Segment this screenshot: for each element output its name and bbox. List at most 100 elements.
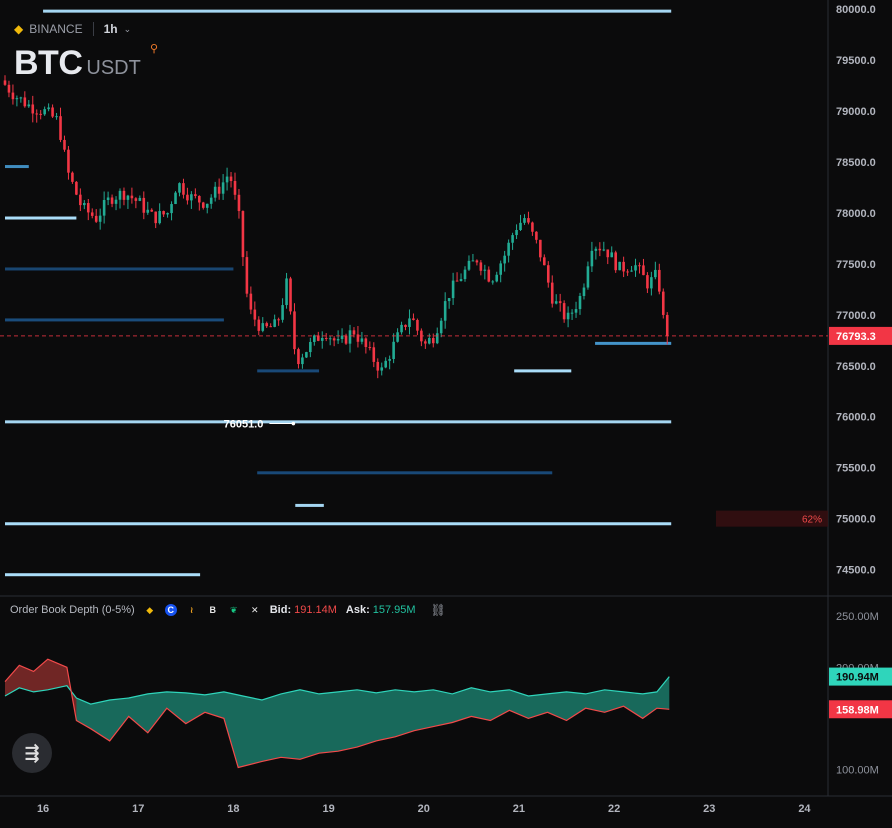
- candle-body: [86, 203, 90, 213]
- candle-body: [467, 260, 471, 270]
- candle-body: [606, 249, 610, 258]
- bitfinex-icon: ≀: [190, 604, 194, 615]
- candle-body: [293, 311, 296, 350]
- candle-body: [328, 338, 332, 340]
- candle-body: [253, 309, 257, 320]
- candle-body: [527, 218, 530, 223]
- chart-stage[interactable]: 80000.0 79500.0 79000.0 78500.0 78000.0 77500…: [0, 0, 892, 823]
- x-tick-label: 19: [322, 803, 334, 815]
- candle-body: [158, 211, 161, 224]
- candle-body: [614, 252, 617, 271]
- candle-body: [590, 250, 594, 267]
- y-tick-label: 78500.0: [836, 157, 876, 169]
- candle-body: [546, 265, 550, 283]
- candle-body: [301, 357, 304, 365]
- candle-body: [174, 192, 177, 205]
- candle-body: [114, 199, 118, 204]
- candle-body: [269, 326, 272, 328]
- candle-body: [98, 215, 102, 222]
- candle-body: [665, 314, 669, 336]
- candle-body: [142, 197, 146, 213]
- coinbase-icon: C: [164, 604, 177, 616]
- link-off-icon[interactable]: ⛓: [431, 603, 446, 617]
- depth-ask-tag-label: 158.98M: [836, 704, 879, 716]
- heatmap-level: [257, 471, 553, 475]
- candle-body: [320, 337, 324, 341]
- candle-body: [162, 211, 165, 215]
- x-tick-label: 21: [513, 803, 525, 815]
- x-tick-label: 22: [608, 803, 620, 815]
- candle-body: [118, 190, 122, 200]
- x-tick-label: 23: [703, 803, 715, 815]
- candle-body: [146, 209, 150, 213]
- depth-bid-tag-label: 190.94M: [836, 672, 879, 684]
- heatmap-level: [5, 420, 672, 424]
- candle-body: [182, 183, 185, 195]
- heatmap-level: [43, 9, 672, 13]
- candle-body: [562, 303, 566, 320]
- app-logo-button[interactable]: ⇶: [12, 733, 52, 773]
- pin-icon[interactable]: ⚲: [150, 42, 158, 55]
- candle-body: [90, 212, 94, 216]
- candle-body: [479, 262, 483, 271]
- candle-body: [348, 330, 352, 344]
- candle-body: [106, 197, 110, 201]
- candle-body: [19, 97, 23, 99]
- candle-body: [618, 261, 621, 271]
- candle-body: [404, 324, 407, 327]
- candle-body: [217, 186, 221, 194]
- y-tick-label: 80000.0: [836, 4, 876, 16]
- heatmap-level: [5, 165, 29, 169]
- y-tick-label: 77000.0: [836, 310, 876, 322]
- candle-body: [27, 104, 31, 107]
- ask-label: Ask:: [345, 604, 370, 616]
- candle-body: [594, 248, 598, 251]
- candle-body: [554, 301, 558, 304]
- chevron-down-icon[interactable]: ⌄: [124, 24, 132, 35]
- depth-y-tick-label: 250.00M: [836, 611, 879, 623]
- candle-body: [186, 194, 189, 201]
- candle-body: [59, 116, 62, 140]
- candle-body: [495, 274, 499, 282]
- candle-body: [126, 195, 130, 200]
- candle-body: [122, 190, 126, 200]
- y-tick-label: 76000.0: [836, 412, 876, 424]
- candle-body: [39, 113, 42, 115]
- candle-body: [578, 295, 582, 310]
- candle-body: [178, 183, 181, 193]
- candle-body: [586, 266, 590, 288]
- ask-value: 157.95M: [372, 604, 416, 616]
- candle-body: [47, 107, 50, 110]
- candle-body: [630, 270, 633, 272]
- candle-body: [372, 347, 376, 362]
- y-tick-label: 79000.0: [836, 106, 876, 118]
- candle-body: [519, 222, 522, 230]
- interval-selector[interactable]: 1h: [104, 22, 118, 36]
- depth-y-tick-label: 100.00M: [836, 765, 879, 777]
- indicator-name[interactable]: Order Book Depth (0-5%): [10, 604, 135, 616]
- candle-body: [336, 339, 340, 341]
- candle-body: [364, 338, 368, 348]
- candle-body: [138, 197, 142, 201]
- leaf-icon: ❦: [229, 604, 238, 615]
- candle-body: [79, 194, 82, 206]
- candle-body: [380, 367, 384, 371]
- candle-body: [3, 80, 7, 85]
- binance-icon: ◆: [14, 22, 24, 36]
- candle-body: [376, 361, 380, 371]
- candle-body: [166, 213, 169, 215]
- candle-body: [638, 265, 641, 267]
- candle-body: [388, 359, 391, 361]
- candle-body: [11, 92, 15, 100]
- last-price-label: 76793.3: [836, 331, 876, 343]
- symbol-title: BTC USDT: [14, 44, 141, 83]
- y-tick-label: 75500.0: [836, 463, 876, 475]
- candle-body: [515, 229, 518, 236]
- price-chart-svg[interactable]: 80000.0 79500.0 79000.0 78500.0 78000.0 77500…: [0, 0, 892, 823]
- candle-body: [661, 291, 665, 315]
- heatmap-level: [5, 267, 234, 271]
- candle-body: [23, 97, 27, 107]
- candle-body: [558, 301, 562, 304]
- bybit-icon: B: [209, 605, 216, 615]
- candle-body: [225, 176, 229, 183]
